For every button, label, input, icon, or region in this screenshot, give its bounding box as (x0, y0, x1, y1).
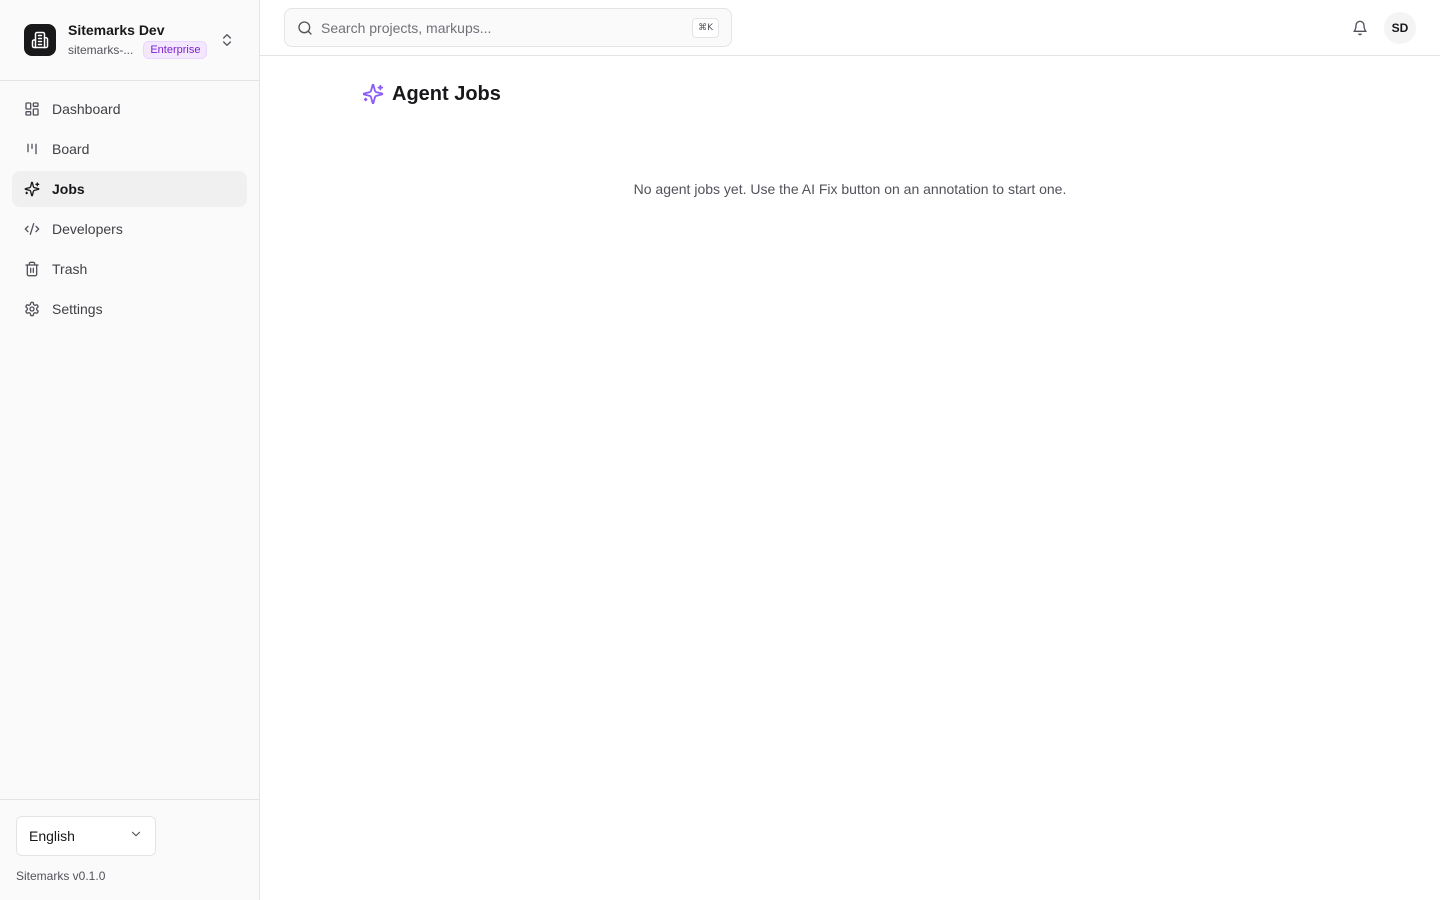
sidebar-item-label: Trash (52, 261, 88, 277)
org-name: Sitemarks Dev (68, 22, 165, 38)
user-avatar[interactable]: SD (1384, 12, 1416, 44)
org-slug: sitemarks-... (68, 43, 134, 57)
sidebar-item-label: Dashboard (52, 101, 121, 117)
building-icon (24, 24, 56, 56)
sparkles-icon (362, 83, 384, 105)
page-title: Agent Jobs (392, 83, 501, 105)
sidebar-item-dashboard[interactable]: Dashboard (12, 91, 247, 127)
sparkles-icon (24, 181, 40, 197)
page-header: Agent Jobs (362, 81, 501, 107)
code-icon (24, 221, 40, 237)
empty-state-message: No agent jobs yet. Use the AI Fix button… (633, 181, 1067, 197)
layout-dashboard-icon (24, 101, 40, 117)
top-header: ⌘K SD (260, 0, 1440, 56)
sidebar-nav: Dashboard Board Jobs Developers Trash Se… (12, 91, 247, 331)
search-shortcut-hint: ⌘K (692, 17, 719, 38)
sidebar-item-jobs[interactable]: Jobs (12, 171, 247, 207)
sidebar-item-label: Developers (52, 221, 123, 237)
trash-icon (24, 261, 40, 277)
sidebar-item-developers[interactable]: Developers (12, 211, 247, 247)
language-select[interactable]: English (16, 816, 156, 856)
chevrons-up-down-icon[interactable] (219, 32, 235, 48)
org-switcher[interactable]: Sitemarks Dev sitemarks-... Enterprise (0, 0, 259, 81)
sidebar-footer: English Sitemarks v0.1.0 (0, 799, 259, 900)
kanban-icon (24, 141, 40, 157)
search-box[interactable]: ⌘K (284, 8, 732, 47)
main-content: Agent Jobs No agent jobs yet. Use the AI… (260, 56, 1440, 900)
sidebar-item-label: Jobs (52, 181, 85, 197)
search-icon (297, 20, 313, 36)
sidebar: Sitemarks Dev sitemarks-... Enterprise D… (0, 0, 260, 900)
app-version: Sitemarks v0.1.0 (16, 869, 106, 883)
settings-icon (24, 301, 40, 317)
language-value: English (29, 828, 75, 844)
sidebar-item-settings[interactable]: Settings (12, 291, 247, 327)
sidebar-item-trash[interactable]: Trash (12, 251, 247, 287)
org-info: Sitemarks Dev sitemarks-... Enterprise (68, 21, 211, 59)
sidebar-item-label: Board (52, 141, 90, 157)
plan-badge: Enterprise (143, 41, 208, 59)
sidebar-item-board[interactable]: Board (12, 131, 247, 167)
bell-icon[interactable] (1350, 18, 1370, 38)
sidebar-item-label: Settings (52, 301, 103, 317)
chevron-down-icon (129, 827, 143, 846)
search-input[interactable] (321, 19, 693, 36)
